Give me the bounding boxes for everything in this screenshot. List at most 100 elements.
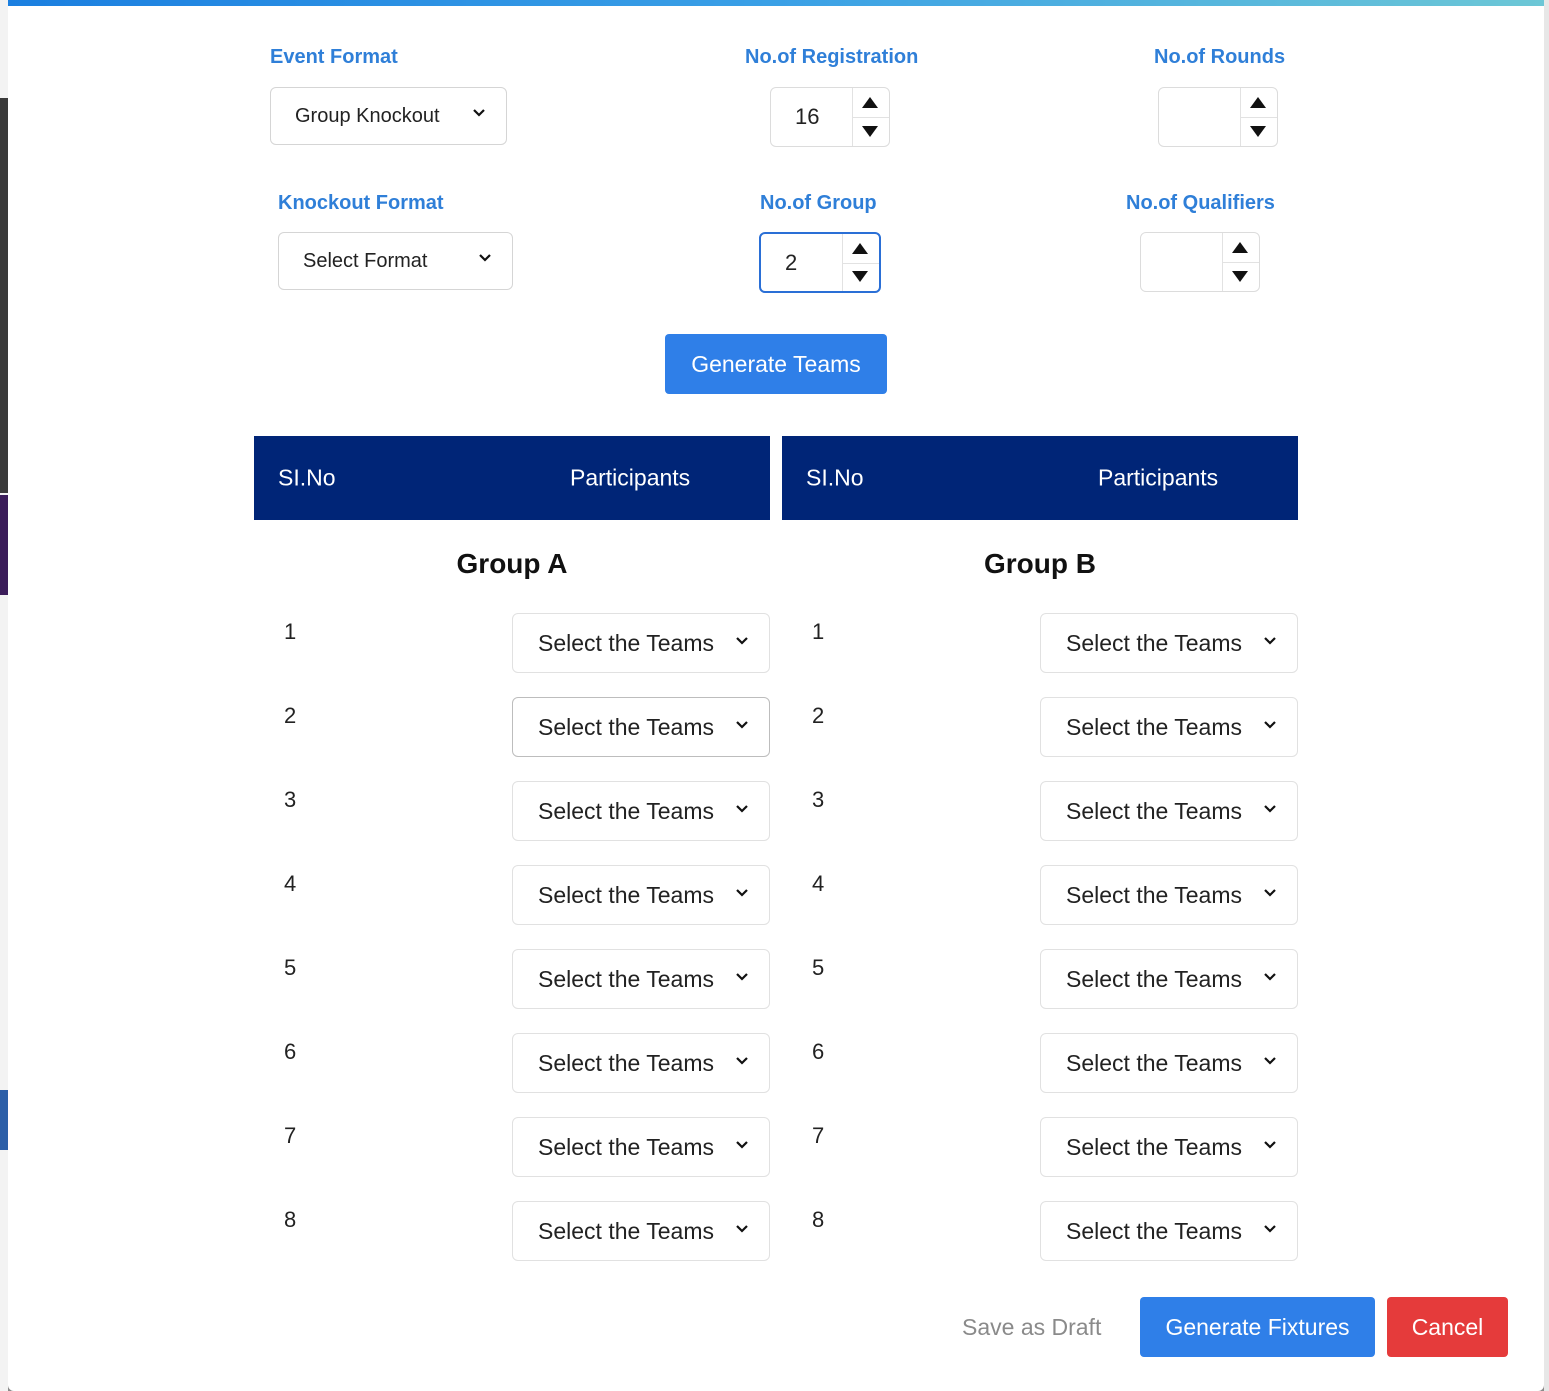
group-b-team-select[interactable]: Select the Teams	[1040, 949, 1298, 1009]
chevron-down-icon	[736, 721, 748, 729]
group-a-title: Group A	[456, 548, 568, 579]
team-select-label: Select the Teams	[538, 1049, 715, 1076]
event-format-value: Group Knockout	[295, 104, 440, 127]
qualifiers-input[interactable]	[1140, 232, 1260, 292]
group-b-row-number: 1	[812, 619, 825, 644]
slno-column-header: SI.No	[278, 464, 336, 491]
group-a-row-number: 2	[284, 703, 297, 728]
group-a-table-header: SI.No Participants	[254, 436, 770, 520]
background-app-panel	[0, 98, 8, 493]
group-a-team-select[interactable]: Select the Teams	[512, 697, 770, 757]
knockout-format-value: Select Format	[303, 249, 428, 272]
group-a-team-select[interactable]: Select the Teams	[512, 949, 770, 1009]
group-a-row-number: 3	[284, 787, 297, 812]
knockout-format-label: Knockout Format	[278, 192, 444, 214]
group-b-team-select[interactable]: Select the Teams	[1040, 613, 1298, 673]
rounds-spinner[interactable]	[1240, 88, 1277, 146]
caret-down-icon[interactable]	[1250, 126, 1266, 137]
group-b-row-number: 5	[812, 955, 825, 980]
team-select-label: Select the Teams	[1066, 797, 1243, 824]
team-select-label: Select the Teams	[1066, 881, 1243, 908]
chevron-down-icon	[1264, 973, 1276, 981]
team-select-label: Select the Teams	[538, 965, 715, 992]
group-a-team-select[interactable]: Select the Teams	[512, 613, 770, 673]
team-select-label: Select the Teams	[538, 797, 715, 824]
chevron-down-icon	[736, 637, 748, 645]
chevron-down-icon	[736, 1225, 748, 1233]
team-select-label: Select the Teams	[1066, 629, 1243, 656]
team-select-label: Select the Teams	[538, 1133, 715, 1160]
group-b-team-select[interactable]: Select the Teams	[1040, 1117, 1298, 1177]
registration-input[interactable]: 16	[770, 87, 890, 147]
chevron-down-icon	[736, 889, 748, 897]
registration-label: No.of Registration	[745, 46, 919, 68]
qualifiers-spinner[interactable]	[1222, 233, 1259, 291]
rounds-input[interactable]	[1158, 87, 1278, 147]
generate-fixtures-button[interactable]: Generate Fixtures	[1140, 1297, 1375, 1357]
fixture-modal: Event Format No.of Registration No.of Ro…	[8, 0, 1544, 1391]
background-app-button	[0, 1090, 8, 1150]
chevron-down-icon	[1264, 1225, 1276, 1233]
team-select-label: Select the Teams	[538, 881, 715, 908]
save-draft-button[interactable]: Save as Draft	[962, 1297, 1101, 1357]
spinner-divider	[853, 117, 889, 118]
group-a-row-number: 4	[284, 871, 297, 896]
team-select-label: Select the Teams	[1066, 965, 1243, 992]
spinner-divider	[843, 262, 879, 264]
group-count-input[interactable]: 2	[759, 232, 881, 293]
group-b-row-number: 7	[812, 1123, 825, 1148]
caret-up-icon[interactable]	[1250, 97, 1266, 108]
spinner-divider	[1241, 117, 1277, 118]
group-b-team-select[interactable]: Select the Teams	[1040, 865, 1298, 925]
caret-down-icon[interactable]	[852, 271, 868, 282]
spinner-divider	[1223, 262, 1259, 263]
caret-up-icon[interactable]	[862, 97, 878, 108]
chevron-down-icon	[1264, 805, 1276, 813]
group-count-value: 2	[785, 249, 798, 275]
caret-down-icon[interactable]	[862, 126, 878, 137]
team-select-label: Select the Teams	[538, 629, 715, 656]
group-count-spinner[interactable]	[842, 234, 879, 291]
group-a-team-select[interactable]: Select the Teams	[512, 1033, 770, 1093]
cancel-button[interactable]: Cancel	[1387, 1297, 1508, 1357]
group-a-team-select[interactable]: Select the Teams	[512, 865, 770, 925]
group-b-title: Group B	[984, 548, 1096, 579]
chevron-down-icon	[736, 805, 748, 813]
team-select-label: Select the Teams	[1066, 713, 1243, 740]
participants-column-header: Participants	[570, 464, 691, 491]
group-b-team-select[interactable]: Select the Teams	[1040, 781, 1298, 841]
chevron-down-icon	[736, 973, 748, 981]
group-a-row-number: 7	[284, 1123, 297, 1148]
team-select-label: Select the Teams	[538, 1217, 715, 1244]
caret-up-icon[interactable]	[852, 243, 868, 254]
event-format-select[interactable]: Group Knockout	[270, 87, 507, 145]
caret-up-icon[interactable]	[1232, 242, 1248, 253]
chevron-down-icon	[473, 109, 485, 117]
group-b-team-select[interactable]: Select the Teams	[1040, 1201, 1298, 1261]
chevron-down-icon	[1264, 637, 1276, 645]
group-a-row-number: 8	[284, 1207, 297, 1232]
chevron-down-icon	[1264, 889, 1276, 897]
group-a-team-select[interactable]: Select the Teams	[512, 1117, 770, 1177]
rounds-label: No.of Rounds	[1154, 46, 1286, 68]
qualifiers-label: No.of Qualifiers	[1126, 192, 1275, 214]
group-a-team-select[interactable]: Select the Teams	[512, 781, 770, 841]
modal-top-accent	[8, 0, 1544, 6]
team-select-label: Select the Teams	[1066, 1133, 1243, 1160]
event-format-label: Event Format	[270, 46, 398, 68]
knockout-format-select[interactable]: Select Format	[278, 232, 513, 290]
team-select-label: Select the Teams	[1066, 1049, 1243, 1076]
chevron-down-icon	[1264, 721, 1276, 729]
chevron-down-icon	[479, 254, 491, 262]
caret-down-icon[interactable]	[1232, 271, 1248, 282]
slno-column-header: SI.No	[806, 464, 864, 491]
group-a-team-select[interactable]: Select the Teams	[512, 1201, 770, 1261]
group-b-row-number: 6	[812, 1039, 825, 1064]
group-b-row-number: 2	[812, 703, 825, 728]
registration-spinner[interactable]	[852, 88, 889, 146]
chevron-down-icon	[736, 1057, 748, 1065]
group-b-team-select[interactable]: Select the Teams	[1040, 697, 1298, 757]
group-b-team-select[interactable]: Select the Teams	[1040, 1033, 1298, 1093]
background-app-avatar	[0, 495, 8, 595]
generate-teams-button[interactable]: Generate Teams	[665, 334, 887, 394]
